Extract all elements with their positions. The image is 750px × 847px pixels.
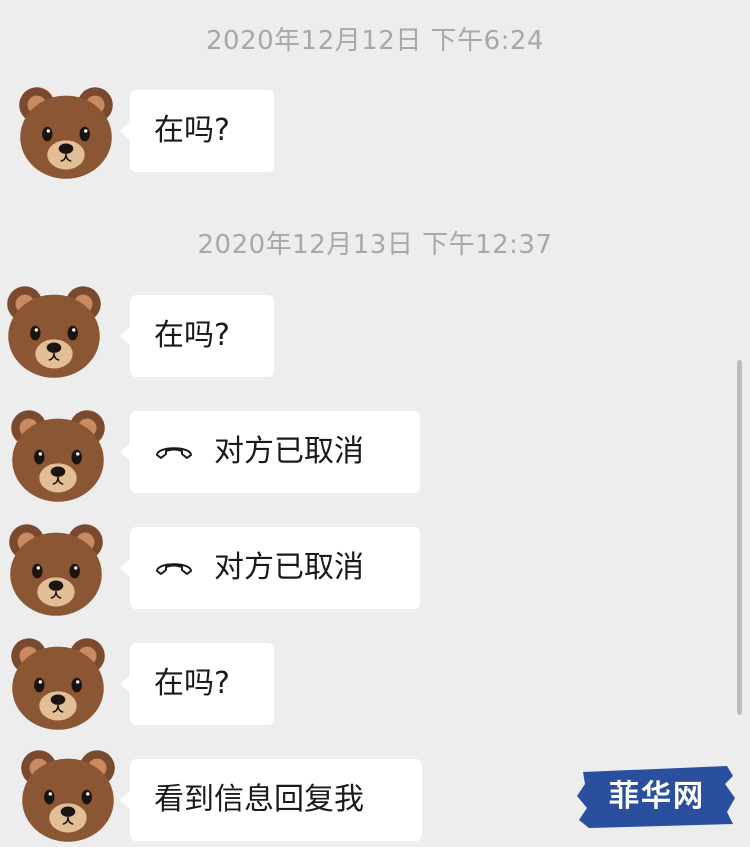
chat-timestamp: 2020年12月13日 下午12:37 bbox=[197, 230, 553, 260]
message-bubble[interactable]: 看到信息回复我 bbox=[120, 759, 422, 841]
message-row: 对方已取消 bbox=[0, 409, 750, 502]
call-cancelled-bubble[interactable]: 对方已取消 bbox=[120, 527, 420, 609]
bear-face-icon bbox=[7, 286, 101, 378]
message-text: 在吗? bbox=[154, 318, 230, 353]
message-text: 在吗? bbox=[154, 113, 230, 148]
message-row: 在吗? bbox=[0, 286, 750, 383]
message-bubble[interactable]: 在吗? bbox=[120, 90, 274, 172]
chat-timestamp: 2020年12月12日 下午6:24 bbox=[206, 26, 544, 56]
message-text: 对方已取消 bbox=[214, 550, 364, 585]
call-cancelled-bubble[interactable]: 对方已取消 bbox=[120, 411, 420, 493]
watermark-text: 菲华网 bbox=[609, 779, 705, 814]
message-text: 在吗? bbox=[154, 666, 230, 701]
message-bubble[interactable]: 在吗? bbox=[120, 643, 274, 725]
bear-avatar[interactable] bbox=[4, 403, 112, 507]
bear-face-icon bbox=[11, 638, 105, 730]
phone-hangup-icon bbox=[154, 438, 194, 462]
bear-face-icon bbox=[11, 410, 105, 502]
bear-avatar[interactable] bbox=[14, 743, 122, 847]
message-text: 对方已取消 bbox=[214, 434, 364, 469]
phone-hangup-icon bbox=[154, 554, 194, 578]
bear-avatar[interactable] bbox=[4, 631, 112, 735]
message-bubble[interactable]: 在吗? bbox=[120, 295, 274, 377]
message-text: 看到信息回复我 bbox=[154, 782, 364, 817]
bear-avatar[interactable] bbox=[12, 80, 120, 184]
watermark-logo: 菲华网 bbox=[577, 762, 737, 832]
message-row: 在吗? bbox=[0, 87, 750, 179]
bear-avatar[interactable] bbox=[2, 517, 110, 621]
bear-face-icon bbox=[21, 750, 115, 842]
message-row: 对方已取消 bbox=[0, 524, 750, 616]
bear-face-icon bbox=[9, 524, 103, 616]
chat-view: 2020年12月12日 下午6:24 在吗? 2020年12月13日 下午12:… bbox=[0, 0, 750, 845]
bear-avatar[interactable] bbox=[0, 279, 108, 383]
message-row: 在吗? bbox=[0, 638, 750, 731]
bear-face-icon bbox=[19, 87, 113, 179]
scrollbar[interactable] bbox=[737, 360, 742, 715]
